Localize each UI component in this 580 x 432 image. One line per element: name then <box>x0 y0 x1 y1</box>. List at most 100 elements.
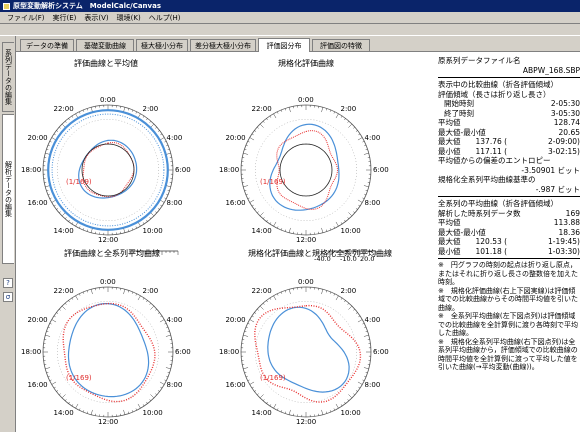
chart-2-tick <box>247 141 250 143</box>
chart-2-tick <box>347 120 350 123</box>
sidebar-tab-analysis-edit[interactable]: 解析データの編集 <box>2 114 14 264</box>
chart-4-tick <box>353 308 356 311</box>
hour-label-1000: 10:00 <box>340 226 361 235</box>
chart-4-tick <box>348 394 353 399</box>
tab-diff-extrema-dist[interactable]: 差分極大極小分布 <box>190 39 256 51</box>
chart-2-tick <box>365 190 368 192</box>
chart-4-tick <box>256 308 259 311</box>
chart-2-tick <box>353 126 356 129</box>
chart-4-tick <box>321 409 324 415</box>
chart-3-series-curve <box>67 303 150 398</box>
chart-4-tick <box>244 372 247 374</box>
chart-3-title: 評価曲線と全系列平均曲線 <box>64 249 160 258</box>
chart-3-tick <box>155 393 158 396</box>
chart-2-tick <box>364 144 367 147</box>
chart-4-tick <box>245 375 248 378</box>
hour-label-0400: 4:00 <box>364 133 381 142</box>
chart-2-mean-circle <box>279 143 333 197</box>
chart-2-tick <box>358 133 361 136</box>
tab-eval-features[interactable]: 評価図の特徴 <box>312 39 370 51</box>
hour-label-0400: 4:00 <box>364 315 381 324</box>
sidebar: 系列データの編集 解析データの編集 ? σ <box>0 36 16 432</box>
chart-1-tick <box>86 229 88 232</box>
chart-1-tick <box>149 217 152 220</box>
chart-3-tick <box>131 410 134 413</box>
allmean-rows: 解析した時系列データ数 169 平均値 113.88 最大値-最小値 18.36 最大値 1… <box>438 209 580 257</box>
chart-2-tick <box>347 217 350 220</box>
scale-label-mid2: 20.0 <box>360 255 375 263</box>
hour-label-0000: 0:00 <box>298 278 314 286</box>
info-row: 終了時刻 3-05:30 <box>438 109 580 119</box>
chart-1-tick <box>68 118 70 121</box>
chart-4-tick <box>284 290 286 293</box>
content-area: 評価曲線と平均値 規格化評価曲線 評価曲線と全系列平均曲線 規格化評価曲線と規格… <box>16 52 580 432</box>
chart-2-tick <box>284 108 286 111</box>
chart-2-tick <box>329 109 332 112</box>
chart-1-mean-circle <box>81 143 135 197</box>
chart-1-tick <box>47 193 50 196</box>
hour-label-1800: 18:00 <box>21 166 42 174</box>
chart-3-tick <box>86 411 88 414</box>
allmean-heading: 全系列の平均曲線（折各評価傾域） <box>438 199 558 208</box>
chart-2-counter: (1/169) <box>260 178 286 186</box>
tab-extrema-dist[interactable]: 極大極小分布 <box>136 39 188 51</box>
chart-3-tick <box>86 290 88 293</box>
chart-2-tick <box>266 118 268 121</box>
chart-1-tick <box>149 120 152 123</box>
chart-4-tick <box>321 289 324 295</box>
divider <box>438 258 580 259</box>
tab-eval-dist[interactable]: 評価図分布 <box>258 38 310 52</box>
hour-label-0600: 6:00 <box>373 166 389 174</box>
chart-2-tick <box>364 193 367 196</box>
compare-heading: 表示中の比較曲線（折各評価傾域） <box>438 80 558 89</box>
chart-4-tick <box>333 293 335 296</box>
allmean-row: 最大値 120.53 (1-19:45) <box>438 237 580 247</box>
menu-view[interactable]: 表示(V) <box>80 13 112 23</box>
menu-file[interactable]: ファイル(F) <box>3 13 49 23</box>
chart-2-tick <box>340 222 343 225</box>
hour-label-0000: 0:00 <box>298 96 314 104</box>
sigma-icon[interactable]: σ <box>3 292 13 302</box>
info-row: 最大値 137.76 (2-09:00) <box>438 137 580 147</box>
menu-help[interactable]: ヘルプ(H) <box>145 13 185 23</box>
hour-label-0600: 6:00 <box>175 348 191 356</box>
chart-2-tick <box>244 190 247 192</box>
chart-1-tick <box>58 211 61 214</box>
window-title: 原型変動解析システム ModelCalc/Canvas <box>13 2 161 10</box>
help-icon[interactable]: ? <box>3 278 13 288</box>
note-text: ※ 規格化全系列平均曲線(右下図点列)は全系列平均曲線から，評価傾域での比較曲線… <box>438 337 578 372</box>
menu-environment[interactable]: 環境(K) <box>113 13 145 23</box>
menu-run[interactable]: 実行(E) <box>49 13 81 23</box>
chart-3-tick <box>159 381 165 385</box>
chart-1-tick <box>157 130 160 132</box>
chart-4-tick <box>266 300 268 303</box>
chart-3-tick <box>160 315 163 318</box>
hour-label-1400: 14:00 <box>251 408 272 417</box>
chart-4-tick <box>273 403 277 409</box>
chart-1-tick <box>71 115 74 118</box>
hour-label-0800: 8:00 <box>364 198 381 207</box>
chart-4-tick <box>365 330 368 332</box>
chart-4-tick <box>348 305 353 310</box>
chart-2-tick <box>357 137 363 141</box>
chart-4-tick <box>247 379 250 381</box>
tab-basic-curve[interactable]: 基礎変動曲線 <box>76 39 134 51</box>
chart-3-tick <box>128 411 130 414</box>
chart-4-tick <box>365 372 368 374</box>
chart-3-tick <box>131 291 134 294</box>
sidebar-tab-series-edit[interactable]: 系列データの編集 <box>2 42 14 112</box>
chart-4-tick <box>280 410 283 413</box>
chart-4-grid-circle <box>255 301 357 403</box>
chart-3-tick <box>137 295 141 301</box>
chart-1-tick <box>155 126 158 129</box>
chart-1-tick <box>160 204 163 207</box>
tab-data-prep[interactable]: データの準備 <box>20 39 74 51</box>
chart-4-tick <box>340 297 343 300</box>
chart-2-tick <box>280 109 283 112</box>
hour-label-1600: 16:00 <box>27 380 48 389</box>
chart-4-tick <box>256 393 259 396</box>
hour-label-1400: 14:00 <box>53 408 74 417</box>
hour-label-1000: 10:00 <box>142 226 163 235</box>
info-row: 平均値 128.74 <box>438 118 580 128</box>
chart-3-tick <box>47 375 50 378</box>
